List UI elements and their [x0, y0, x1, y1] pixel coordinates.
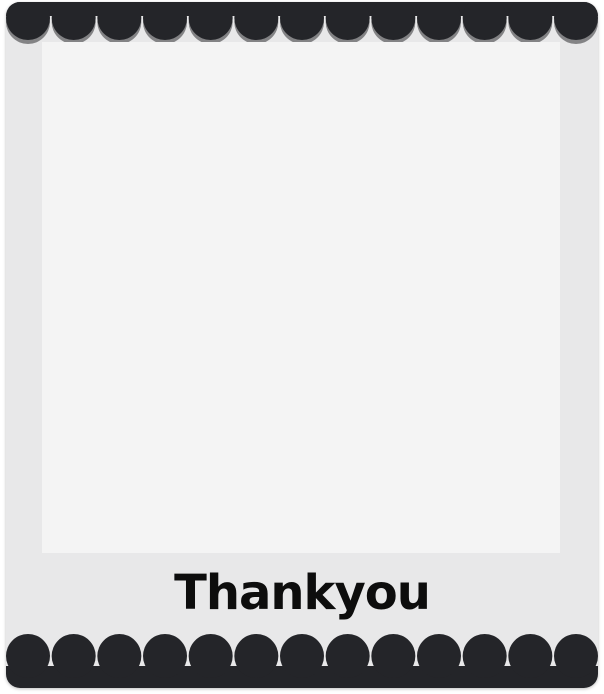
scallop	[6, 634, 50, 678]
scallop	[325, 634, 370, 678]
scallop	[371, 634, 416, 678]
scallop	[143, 634, 187, 678]
scallop	[417, 634, 461, 678]
thank-you-caption: Thankyou	[174, 565, 431, 621]
bottom-scallop-border	[6, 626, 598, 688]
scallop	[97, 634, 142, 678]
scallop	[554, 634, 598, 678]
photo-frame-card: Thankyou	[6, 2, 598, 688]
photo-placeholder[interactable]	[42, 42, 560, 553]
scallop	[280, 634, 324, 678]
scallop	[51, 634, 96, 678]
scallop	[234, 634, 279, 678]
scallop	[188, 634, 233, 678]
scallop	[462, 634, 507, 678]
scallop	[508, 634, 553, 678]
